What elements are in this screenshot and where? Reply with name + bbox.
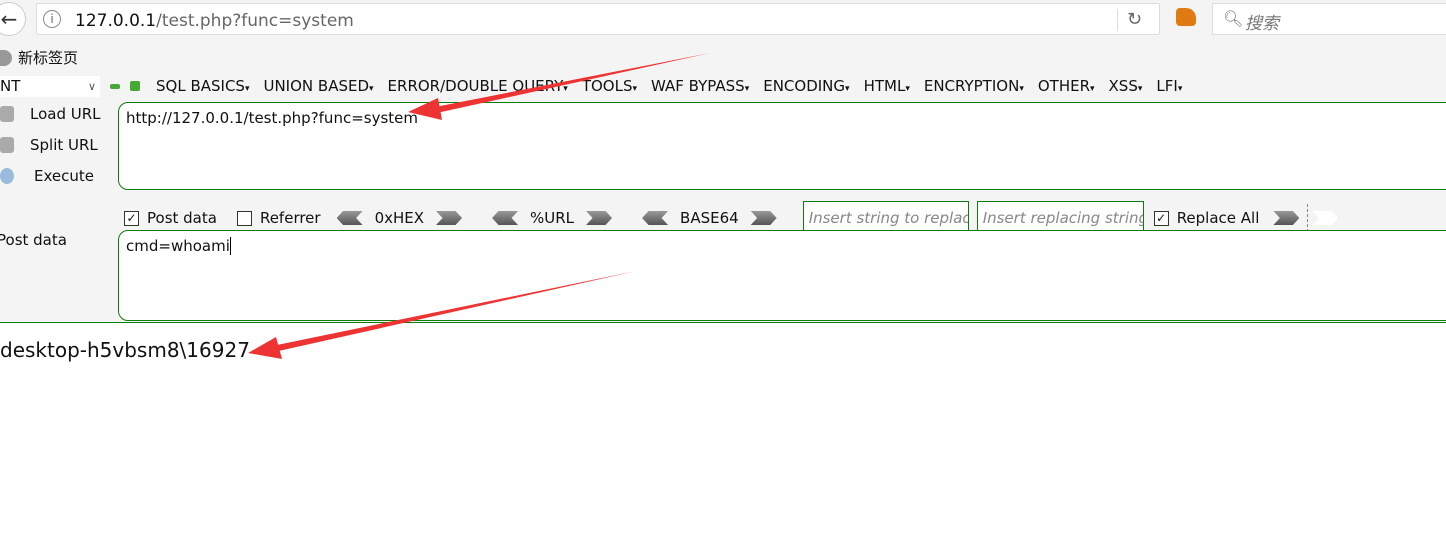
annotation-arrow-output <box>248 271 636 359</box>
annotation-arrow-url <box>408 53 710 120</box>
annotation-arrows <box>248 53 710 359</box>
